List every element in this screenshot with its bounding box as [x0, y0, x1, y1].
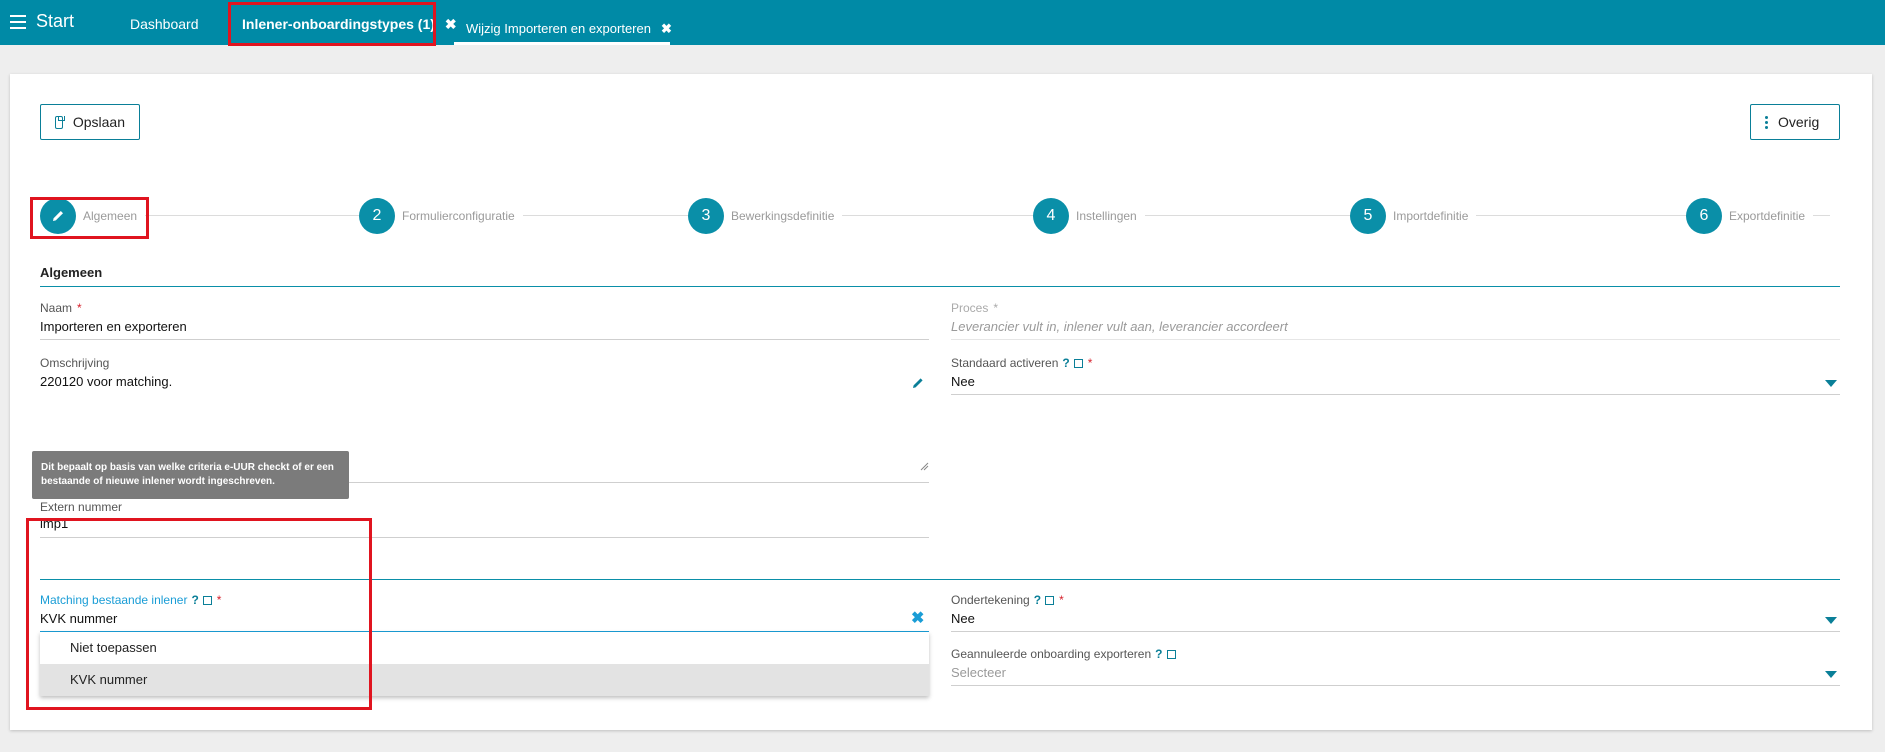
help-icon[interactable]: ?: [1155, 647, 1162, 661]
close-tab-icon[interactable]: ✖: [661, 21, 672, 36]
step-exportdefinitie[interactable]: 6 Exportdefinitie: [1686, 198, 1814, 234]
help-icon[interactable]: ?: [1062, 356, 1069, 370]
step-formulierconfiguratie[interactable]: 2 Formulierconfiguratie: [359, 198, 523, 234]
step-label: Formulierconfiguratie: [402, 209, 515, 223]
standaard-underline: [951, 394, 1840, 395]
ondertekening-underline: [951, 631, 1840, 632]
step-label: Instellingen: [1076, 209, 1137, 223]
extern-nummer-label: Extern nummer: [40, 500, 123, 514]
save-button[interactable]: Opslaan: [40, 104, 140, 140]
highlight-box-tab: [228, 2, 436, 46]
step-number: 2: [359, 198, 395, 234]
naam-label: Naam *: [40, 301, 82, 315]
proces-value: Leverancier vult in, inlener vult aan, l…: [951, 319, 1288, 334]
geannuleerde-underline: [951, 685, 1840, 686]
step-number: 5: [1350, 198, 1386, 234]
naam-underline: [40, 339, 929, 340]
section-title: Algemeen: [40, 265, 103, 280]
step-number: 6: [1686, 198, 1722, 234]
step-label: Importdefinitie: [1393, 209, 1469, 223]
active-tab-indicator: [454, 42, 670, 45]
tab-dashboard[interactable]: Dashboard: [130, 16, 199, 32]
start-label: Start: [36, 11, 75, 31]
clear-icon[interactable]: ✖: [911, 608, 924, 628]
tab-wijzig-label: Wijzig Importeren en exporteren: [466, 21, 651, 36]
chevron-down-icon[interactable]: [1825, 380, 1837, 387]
omschrijving-textarea[interactable]: 220120 voor matching.: [40, 374, 172, 389]
section-divider: [40, 286, 1840, 287]
hamburger-icon: [10, 14, 26, 29]
help-tooltip: Dit bepaalt op basis van welke criteria …: [32, 451, 349, 499]
book-icon[interactable]: [1045, 596, 1055, 605]
geannuleerde-label: Geannuleerde onboarding exporteren?: [951, 647, 1176, 661]
omschrijving-label: Omschrijving: [40, 356, 110, 370]
close-tab-icon[interactable]: ✖: [445, 16, 457, 32]
naam-input[interactable]: Importeren en exporteren: [40, 319, 187, 334]
vertical-dots-icon: [1765, 115, 1768, 129]
step-label: Exportdefinitie: [1729, 209, 1806, 223]
step-number: 4: [1033, 198, 1069, 234]
floppy-disk-icon: [55, 115, 65, 129]
step-instellingen[interactable]: 4 Instellingen: [1033, 198, 1145, 234]
book-icon[interactable]: [1166, 650, 1176, 659]
ondertekening-select[interactable]: Nee: [951, 611, 975, 626]
more-options-label: Overig: [1778, 114, 1820, 130]
standaard-activeren-select[interactable]: Nee: [951, 374, 975, 389]
start-menu-button[interactable]: Start: [10, 11, 74, 32]
geannuleerde-select[interactable]: Selecteer: [951, 665, 1006, 680]
proces-underline: [951, 339, 1840, 340]
standaard-activeren-label: Standaard activeren? *: [951, 356, 1093, 370]
proces-label: Proces *: [951, 301, 999, 315]
step-bewerkingsdefinitie[interactable]: 3 Bewerkingsdefinitie: [688, 198, 843, 234]
book-icon[interactable]: [1073, 359, 1083, 368]
pencil-icon[interactable]: [911, 376, 925, 390]
chevron-down-icon[interactable]: [1825, 671, 1837, 678]
tab-wijzig-importeren[interactable]: Wijzig Importeren en exporteren ✖: [466, 21, 672, 37]
highlight-box-matching: [26, 518, 372, 710]
help-icon[interactable]: ?: [1034, 593, 1041, 607]
tab-dashboard-label: Dashboard: [130, 16, 199, 32]
step-label: Bewerkingsdefinitie: [731, 209, 835, 223]
ondertekening-label: Ondertekening? *: [951, 593, 1064, 607]
save-button-label: Opslaan: [72, 114, 125, 130]
chevron-down-icon[interactable]: [1825, 617, 1837, 624]
more-options-button[interactable]: Overig: [1750, 104, 1840, 140]
highlight-box-step: [30, 197, 149, 239]
stepper-line: [70, 215, 1830, 216]
step-importdefinitie[interactable]: 5 Importdefinitie: [1350, 198, 1477, 234]
step-number: 3: [688, 198, 724, 234]
resize-handle-icon[interactable]: [920, 462, 929, 471]
